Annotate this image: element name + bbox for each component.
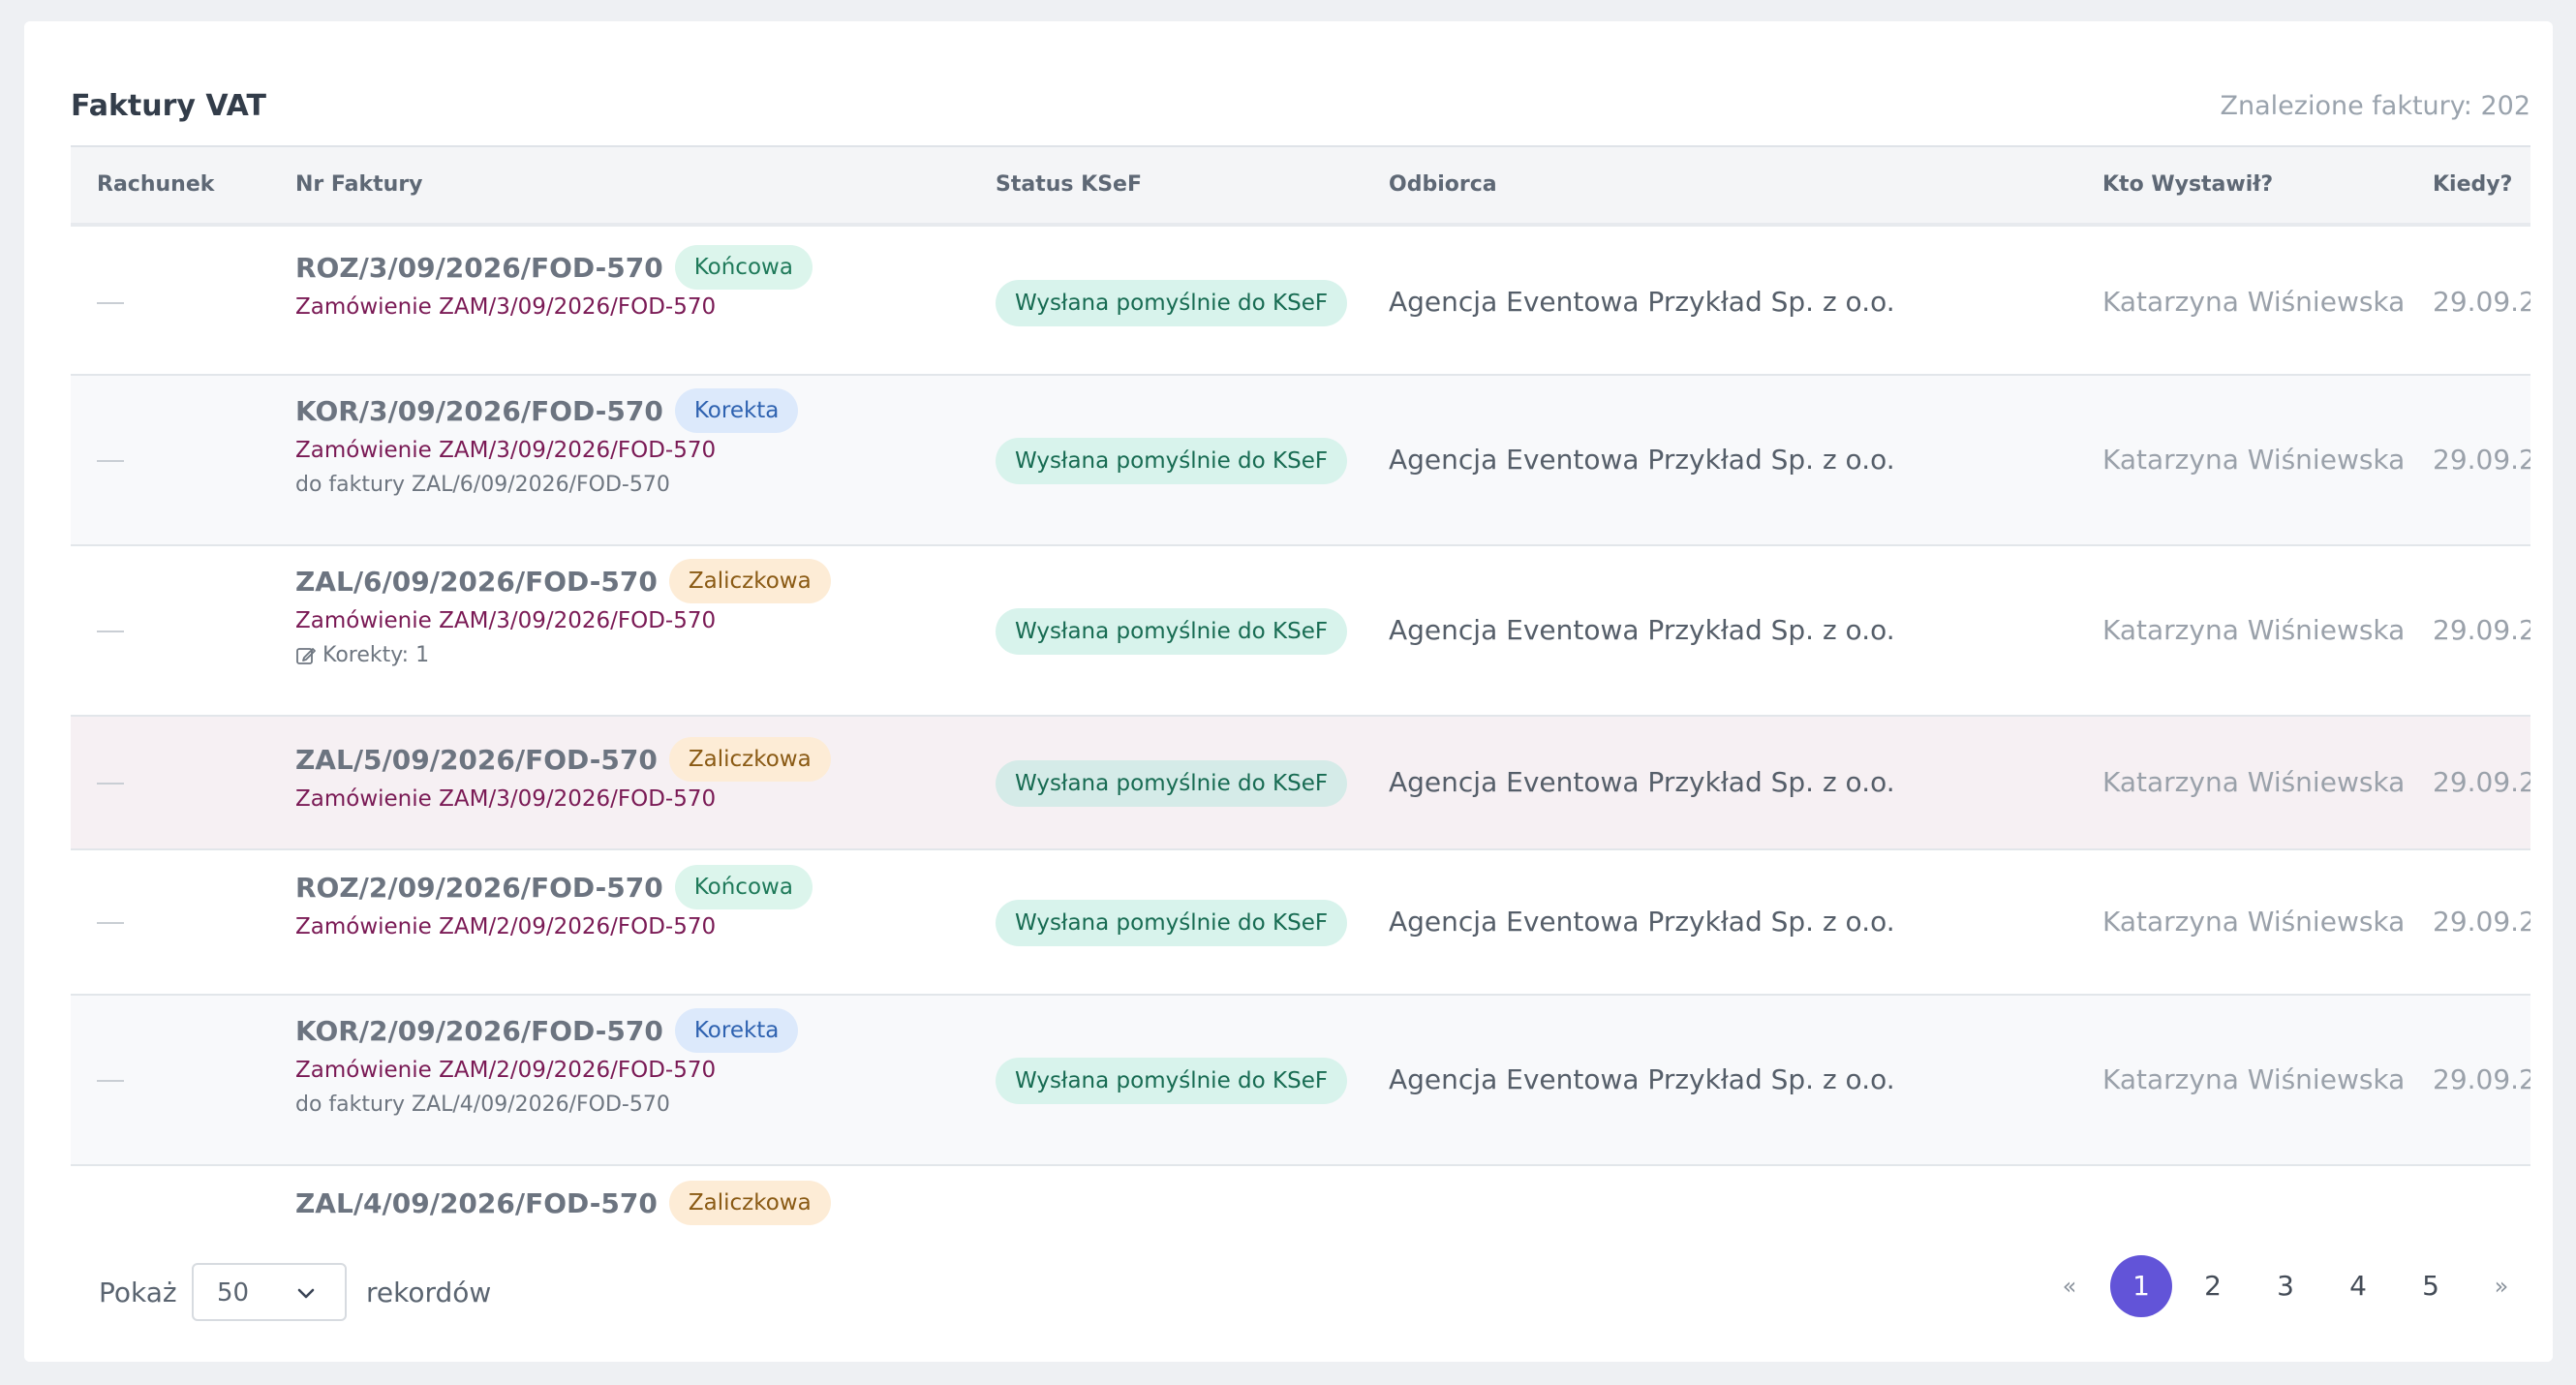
issued-date: 29.09.20: [2433, 766, 2530, 798]
recipient-name: Agencja Eventowa Przykład Sp. z o.o.: [1389, 906, 1895, 938]
card-header: Faktury VAT Znalezione faktury: 202: [71, 72, 2530, 147]
recipient-name: Agencja Eventowa Przykład Sp. z o.o.: [1389, 766, 1895, 798]
pagination-next[interactable]: »: [2470, 1255, 2532, 1317]
order-link[interactable]: Zamówienie ZAM/2/09/2026/FOD-570: [295, 914, 813, 939]
rachunek-empty: [97, 302, 124, 304]
rachunek-empty: [97, 922, 124, 924]
invoice-type-badge: Końcowa: [674, 245, 813, 290]
issued-by: Katarzyna Wiśniewska: [2102, 444, 2406, 476]
issued-date: 29.09.20: [2433, 1063, 2530, 1095]
found-count: Znalezione faktury: 202: [2220, 91, 2530, 121]
invoice-number-cell: ROZ/3/09/2026/FOD-570 Końcowa Zamówienie Z…: [295, 244, 813, 320]
rachunek-empty: [97, 1080, 124, 1082]
table-row[interactable]: ZAL/5/09/2026/FOD-570 Zaliczkowa Zamówieni…: [71, 717, 2530, 850]
invoice-type-badge: Zaliczkowa: [668, 737, 831, 782]
invoice-type-badge: Zaliczkowa: [668, 1181, 831, 1225]
rachunek-empty: [97, 460, 124, 462]
invoice-type-badge: Korekta: [674, 388, 799, 433]
rachunek-empty: [97, 631, 124, 632]
column-header-kto-wystawil[interactable]: Kto Wystawił?: [2102, 172, 2273, 197]
page-size-select[interactable]: 50: [192, 1263, 347, 1321]
invoice-number-link[interactable]: ZAL/6/09/2026/FOD-570: [295, 566, 658, 598]
records-label: rekordów: [366, 1277, 492, 1308]
table-header: Rachunek Nr Faktury Status KSeF Odbiorca…: [71, 147, 2530, 227]
page-title: Faktury VAT: [71, 89, 266, 123]
table-row[interactable]: KOR/2/09/2026/FOD-570 Korekta Zamówienie Z…: [71, 996, 2530, 1166]
order-link[interactable]: Zamówienie ZAM/3/09/2026/FOD-570: [295, 294, 813, 320]
ksef-status-badge: Wysłana pomyślnie do KSeF: [996, 608, 1348, 655]
pagination-page-3[interactable]: 3: [2254, 1255, 2316, 1317]
chevron-down-icon: [297, 1288, 315, 1299]
invoices-table: Rachunek Nr Faktury Status KSeF Odbiorca…: [71, 147, 2530, 1239]
invoice-number-cell: ZAL/6/09/2026/FOD-570 Zaliczkowa Zamówieni…: [295, 558, 831, 667]
issued-date: 29.09.20: [2433, 906, 2530, 938]
issued-by: Katarzyna Wiśniewska: [2102, 286, 2406, 318]
invoice-note-text: Korekty: 1: [322, 643, 430, 667]
pagination-prev[interactable]: «: [2039, 1255, 2101, 1317]
ksef-status-badge: Wysłana pomyślnie do KSeF: [996, 760, 1348, 807]
table-footer: Pokaż 50 rekordów « 1 2 3 4 5 »: [24, 1240, 2553, 1362]
pagination-page-1[interactable]: 1: [2110, 1255, 2172, 1317]
order-link[interactable]: Zamówienie ZAM/2/09/2026/FOD-570: [295, 1058, 798, 1083]
ksef-status-badge: Wysłana pomyślnie do KSeF: [996, 900, 1348, 946]
invoice-number-cell: ZAL/5/09/2026/FOD-570 Zaliczkowa Zamówieni…: [295, 736, 831, 812]
ksef-status-badge: Wysłana pomyślnie do KSeF: [996, 438, 1348, 484]
issued-date: 29.09.20: [2433, 614, 2530, 646]
issued-by: Katarzyna Wiśniewska: [2102, 766, 2406, 798]
column-header-status-ksef[interactable]: Status KSeF: [996, 172, 1142, 197]
column-header-nr-faktury[interactable]: Nr Faktury: [295, 172, 423, 197]
ksef-status-badge: Wysłana pomyślnie do KSeF: [996, 1058, 1348, 1104]
recipient-name: Agencja Eventowa Przykład Sp. z o.o.: [1389, 286, 1895, 318]
table-row[interactable]: ZAL/6/09/2026/FOD-570 Zaliczkowa Zamówieni…: [71, 546, 2530, 717]
invoice-number-link[interactable]: ZAL/4/09/2026/FOD-570: [295, 1187, 658, 1219]
table-row[interactable]: KOR/3/09/2026/FOD-570 Korekta Zamówienie Z…: [71, 376, 2530, 546]
invoice-number-link[interactable]: KOR/2/09/2026/FOD-570: [295, 1015, 663, 1047]
invoice-number-link[interactable]: ZAL/5/09/2026/FOD-570: [295, 744, 658, 776]
table-row[interactable]: ZAL/4/09/2026/FOD-570 Zaliczkowa: [71, 1166, 2530, 1239]
invoice-number-link[interactable]: KOR/3/09/2026/FOD-570: [295, 395, 663, 427]
issued-date: 29.09.20: [2433, 286, 2530, 318]
show-label: Pokaż: [99, 1277, 177, 1308]
page-size-value: 50: [217, 1278, 250, 1308]
invoice-note-text: do faktury ZAL/4/09/2026/FOD-570: [295, 1093, 670, 1117]
rachunek-empty: [97, 783, 124, 785]
invoice-number-cell: ZAL/4/09/2026/FOD-570 Zaliczkowa: [295, 1180, 831, 1226]
pagination: « 1 2 3 4 5 »: [2039, 1255, 2523, 1329]
recipient-name: Agencja Eventowa Przykład Sp. z o.o.: [1389, 444, 1895, 476]
issued-by: Katarzyna Wiśniewska: [2102, 614, 2406, 646]
invoice-number-cell: ROZ/2/09/2026/FOD-570 Końcowa Zamówienie Z…: [295, 864, 813, 939]
invoice-number-link[interactable]: ROZ/2/09/2026/FOD-570: [295, 872, 663, 904]
order-link[interactable]: Zamówienie ZAM/3/09/2026/FOD-570: [295, 786, 831, 812]
pagination-page-5[interactable]: 5: [2400, 1255, 2462, 1317]
invoice-note: do faktury ZAL/6/09/2026/FOD-570: [295, 473, 798, 497]
order-link[interactable]: Zamówienie ZAM/3/09/2026/FOD-570: [295, 608, 831, 633]
invoice-number-link[interactable]: ROZ/3/09/2026/FOD-570: [295, 252, 663, 284]
invoice-type-badge: Końcowa: [674, 865, 813, 909]
invoice-number-cell: KOR/3/09/2026/FOD-570 Korekta Zamówienie Z…: [295, 387, 799, 497]
invoice-number-cell: KOR/2/09/2026/FOD-570 Korekta Zamówienie Z…: [295, 1007, 799, 1117]
column-header-odbiorca[interactable]: Odbiorca: [1389, 172, 1497, 197]
issued-date: 29.09.20: [2433, 444, 2530, 476]
pagination-page-4[interactable]: 4: [2327, 1255, 2389, 1317]
table-row[interactable]: ROZ/2/09/2026/FOD-570 Końcowa Zamówienie Z…: [71, 850, 2530, 996]
issued-by: Katarzyna Wiśniewska: [2102, 906, 2406, 938]
order-link[interactable]: Zamówienie ZAM/3/09/2026/FOD-570: [295, 438, 798, 463]
recipient-name: Agencja Eventowa Przykład Sp. z o.o.: [1389, 614, 1895, 646]
invoice-note: do faktury ZAL/4/09/2026/FOD-570: [295, 1093, 798, 1117]
invoice-note-text: do faktury ZAL/6/09/2026/FOD-570: [295, 473, 670, 497]
table-row[interactable]: ROZ/3/09/2026/FOD-570 Końcowa Zamówienie Z…: [71, 231, 2530, 376]
pagination-page-2[interactable]: 2: [2182, 1255, 2244, 1317]
invoice-type-badge: Zaliczkowa: [668, 559, 831, 603]
ksef-status-badge: Wysłana pomyślnie do KSeF: [996, 280, 1348, 326]
edit-icon: [296, 647, 316, 664]
issued-by: Katarzyna Wiśniewska: [2102, 1063, 2406, 1095]
invoice-note: Korekty: 1: [295, 643, 831, 667]
recipient-name: Agencja Eventowa Przykład Sp. z o.o.: [1389, 1063, 1895, 1095]
invoice-type-badge: Korekta: [674, 1008, 799, 1053]
invoices-card: Faktury VAT Znalezione faktury: 202 Rach…: [24, 21, 2553, 1362]
column-header-rachunek[interactable]: Rachunek: [97, 172, 214, 197]
column-header-kiedy[interactable]: Kiedy?: [2433, 172, 2512, 197]
